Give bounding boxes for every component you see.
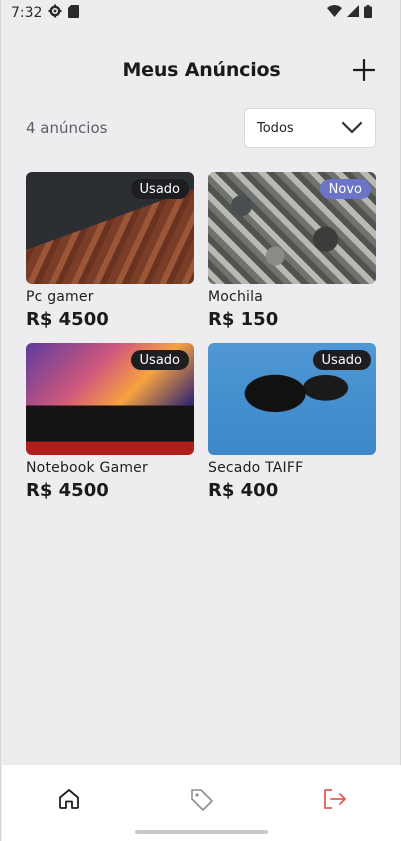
condition-badge: Novo (319, 179, 371, 199)
listing-title: Notebook Gamer (26, 460, 148, 476)
page-title: Meus Anúncios (122, 59, 281, 81)
filter-selected-value: Todos (257, 120, 294, 136)
listing-price: R$ 400 (208, 480, 279, 501)
wifi-icon (327, 5, 342, 21)
listing-image: Novo (208, 172, 376, 284)
listing-count: 4 anúncios (26, 119, 108, 137)
condition-badge: Usado (130, 350, 189, 370)
home-icon (58, 789, 79, 809)
sd-card-icon (68, 4, 80, 22)
status-time: 7:32 (11, 5, 43, 21)
header: Meus Anúncios (1, 50, 401, 90)
gesture-bar (135, 830, 268, 834)
battery-icon (364, 4, 372, 22)
nav-logout[interactable] (268, 765, 401, 841)
add-listing-button[interactable] (350, 56, 378, 84)
listing-card[interactable]: Usado Notebook Gamer R$ 4500 (26, 343, 194, 511)
plus-icon (353, 59, 375, 81)
nav-home[interactable] (2, 765, 135, 841)
listing-price: R$ 4500 (26, 309, 109, 330)
settings-icon (48, 4, 62, 22)
listings-grid: Usado Pc gamer R$ 4500 Novo Mochila R$ 1… (26, 172, 376, 511)
listing-price: R$ 150 (208, 309, 279, 330)
listing-card[interactable]: Usado Secado TAIFF R$ 400 (208, 343, 376, 511)
listing-title: Mochila (208, 289, 263, 305)
listing-image: Usado (26, 343, 194, 455)
listing-title: Pc gamer (26, 289, 94, 305)
status-bar: 7:32 (1, 0, 401, 26)
toolbar: 4 anúncios Todos (26, 108, 376, 148)
listing-title: Secado TAIFF (208, 460, 304, 476)
bottom-nav (2, 765, 401, 841)
condition-badge: Usado (312, 350, 371, 370)
signal-icon (347, 5, 359, 21)
logout-icon (323, 789, 346, 809)
listing-price: R$ 4500 (26, 480, 109, 501)
condition-badge: Usado (130, 179, 189, 199)
listing-card[interactable]: Usado Pc gamer R$ 4500 (26, 172, 194, 340)
listing-card[interactable]: Novo Mochila R$ 150 (208, 172, 376, 340)
filter-select[interactable]: Todos (244, 108, 376, 148)
listing-image: Usado (208, 343, 376, 455)
chevron-down-icon (341, 121, 363, 135)
tag-icon (190, 789, 213, 811)
app-frame: 7:32 Meus Anúncios 4 anúncios Todos Usad… (0, 0, 401, 841)
listing-image: Usado (26, 172, 194, 284)
